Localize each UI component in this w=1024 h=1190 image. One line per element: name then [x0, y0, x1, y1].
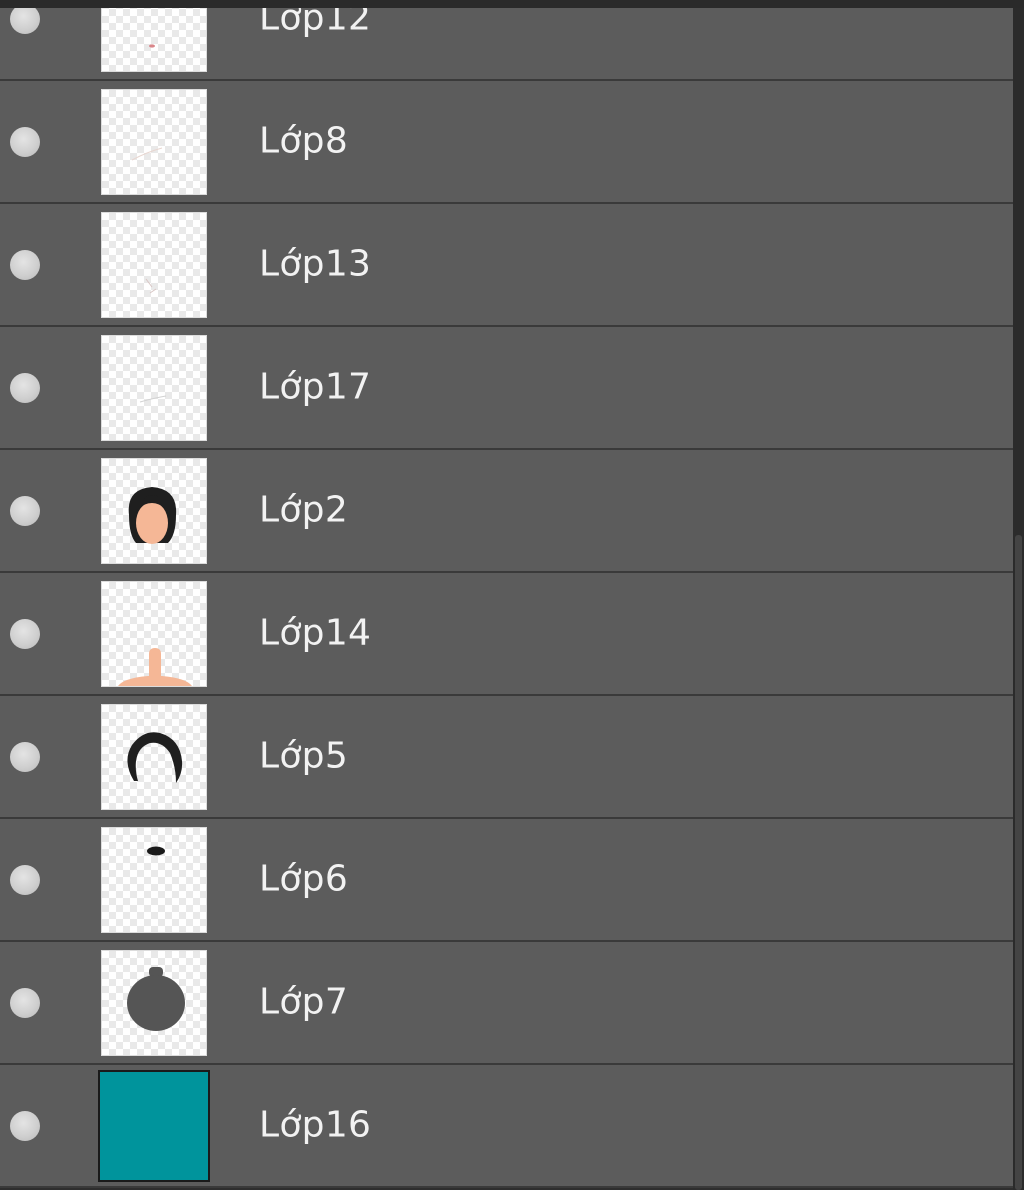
layer-thumbnail	[101, 334, 207, 441]
visibility-toggle-icon[interactable]	[10, 495, 40, 526]
layer-thumbnail	[101, 580, 207, 687]
layer-thumbnail	[101, 457, 207, 564]
layer-name: Lớp5	[259, 735, 349, 777]
layer-row-lop8[interactable]: Lớp8	[0, 81, 1013, 204]
visibility-toggle-icon[interactable]	[10, 987, 40, 1018]
layer-row-lop16[interactable]: Lớp16	[0, 1065, 1013, 1188]
layer-name: Lớp16	[259, 1104, 372, 1146]
scrollbar-thumb[interactable]	[1015, 535, 1022, 1190]
layer-row-lop13[interactable]: Lớp13	[0, 204, 1013, 327]
visibility-toggle-icon[interactable]	[10, 864, 40, 895]
layer-thumbnail	[101, 211, 207, 318]
panel-top-edge	[0, 0, 1024, 8]
visibility-toggle-icon[interactable]	[10, 1110, 40, 1141]
hair-bun-icon	[147, 846, 165, 855]
layer-name: Lớp17	[259, 366, 372, 408]
layer-row-lop12[interactable]: Lớp12	[0, 0, 1013, 81]
hair-outline-icon	[127, 731, 183, 783]
layer-list: Lớp12 Lớp8 Lớp13 Lớp17 Lớp2 Lớp14 Lớp5 L…	[0, 0, 1013, 1188]
visibility-toggle-icon[interactable]	[10, 741, 40, 772]
layer-row-lop14[interactable]: Lớp14	[0, 573, 1013, 696]
visibility-toggle-icon[interactable]	[10, 618, 40, 649]
layer-thumbnail	[101, 703, 207, 810]
visibility-toggle-icon[interactable]	[10, 249, 40, 280]
layer-name: Lớp8	[259, 120, 349, 162]
layer-thumbnail	[101, 826, 207, 933]
face-with-hair-icon	[128, 486, 177, 544]
layer-row-lop2[interactable]: Lớp2	[0, 450, 1013, 573]
visibility-toggle-icon[interactable]	[10, 126, 40, 157]
visibility-toggle-icon[interactable]	[10, 372, 40, 403]
layer-thumbnail	[98, 1069, 210, 1182]
layer-thumbnail	[101, 949, 207, 1056]
faint-stroke-icon	[131, 147, 163, 160]
layer-row-lop7[interactable]: Lớp7	[0, 942, 1013, 1065]
layer-row-lop17[interactable]: Lớp17	[0, 327, 1013, 450]
faint-stroke-icon	[139, 395, 167, 402]
layer-name: Lớp7	[259, 981, 349, 1023]
faint-stroke-icon	[145, 278, 157, 293]
layer-thumbnail	[101, 0, 207, 72]
layer-name: Lớp13	[259, 243, 372, 285]
layers-panel: Lớp12 Lớp8 Lớp13 Lớp17 Lớp2 Lớp14 Lớp5 L…	[0, 0, 1024, 1190]
neck-shoulders-icon	[118, 647, 192, 686]
layer-name: Lớp14	[259, 612, 372, 654]
layer-thumbnail	[101, 88, 207, 195]
layer-name: Lớp6	[259, 858, 349, 900]
layer-row-lop5[interactable]: Lớp5	[0, 696, 1013, 819]
visibility-toggle-icon[interactable]	[10, 3, 40, 34]
layer-name: Lớp2	[259, 489, 349, 531]
tiny-mark-icon	[149, 43, 155, 48]
layer-row-lop6[interactable]: Lớp6	[0, 819, 1013, 942]
head-silhouette-icon	[127, 966, 185, 1031]
